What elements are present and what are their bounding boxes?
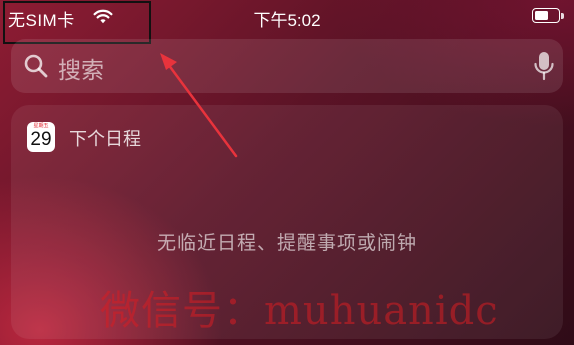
microphone-icon[interactable] [533,50,555,82]
widget-title: 下个日程 [69,129,141,150]
calendar-icon: 星期五 29 [27,122,55,152]
clock-time: 下午5:02 [253,11,321,30]
watermark-text: 微信号：muhuanidc [100,288,499,334]
search-bar[interactable]: 搜索 [11,39,563,93]
empty-state-message: 无临近日程、提醒事项或闹钟 [156,232,417,254]
calendar-icon-day: 29 [30,129,52,150]
battery-level-fill [535,11,549,20]
search-icon [24,54,48,78]
status-bar: 无SIM卡 下午5:02 [0,0,574,44]
search-input[interactable]: 搜索 [58,51,104,85]
battery-terminal [561,13,564,19]
battery-icon [532,8,560,23]
